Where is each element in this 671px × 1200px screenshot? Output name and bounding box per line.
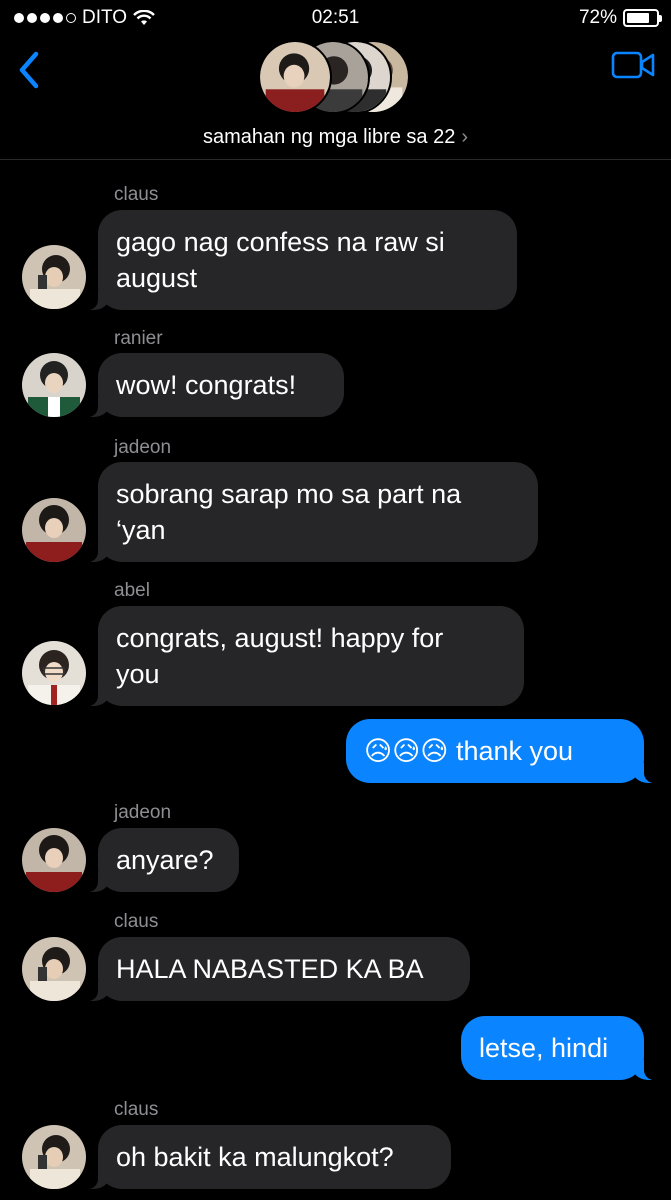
avatar[interactable] — [22, 498, 86, 562]
status-right: 72% — [578, 7, 662, 29]
message-line: 😥😥😥 thank you — [364, 736, 574, 766]
message-line: anyare? — [116, 845, 214, 875]
message-line: congrats, august! happy for — [116, 623, 444, 653]
message-bubble-incoming: HALA NABASTED KA BA — [88, 937, 470, 1001]
message-bubble-incoming: oh bakit ka malungkot? — [88, 1125, 451, 1189]
message-bubble-outgoing: letse, hindi — [461, 1016, 654, 1080]
status-bar: DITO 02:51 72% — [0, 0, 671, 36]
sender-name: jadeon — [114, 437, 172, 458]
chevron-right-icon: › — [461, 126, 469, 148]
battery-percent: 72% — [578, 7, 617, 28]
message-line: august — [116, 263, 198, 293]
status-time: 02:51 — [311, 7, 360, 28]
message-line: sobrang sarap mo sa part na — [116, 479, 462, 509]
message-line: gago nag confess na raw si — [116, 227, 445, 257]
group-title[interactable]: samahan ng mga libre sa 22 › — [0, 126, 671, 149]
avatar[interactable] — [22, 245, 86, 309]
sender-name: claus — [114, 184, 159, 205]
sender-name: ranier — [114, 328, 163, 349]
group-avatar-1 — [258, 40, 332, 114]
group-name: samahan ng mga libre sa 22 — [202, 126, 456, 148]
message-line: HALA NABASTED KA BA — [116, 954, 424, 984]
message-bubble-incoming: congrats, august! happy for you — [88, 606, 524, 706]
message-line: you — [116, 659, 160, 689]
chevron-left-icon[interactable] — [14, 50, 44, 90]
avatar[interactable] — [22, 1125, 86, 1189]
sender-name: abel — [114, 580, 150, 601]
battery-icon — [623, 9, 662, 27]
message-line: wow! congrats! — [116, 370, 297, 400]
video-camera-icon[interactable] — [611, 50, 655, 80]
message-bubble-incoming: gago nag confess na raw si august — [88, 210, 517, 310]
conversation-header: samahan ng mga libre sa 22 › — [0, 36, 671, 160]
avatar[interactable] — [22, 828, 86, 892]
message-line: oh bakit ka malungkot? — [116, 1142, 394, 1172]
avatar[interactable] — [22, 937, 86, 1001]
message-line: ‘yan — [116, 515, 166, 545]
message-bubble-incoming: anyare? — [88, 828, 239, 892]
message-bubble-outgoing: 😥😥😥 thank you — [346, 719, 654, 783]
message-bubble-incoming: wow! congrats! — [88, 353, 344, 417]
message-bubble-incoming: sobrang sarap mo sa part na ‘yan — [88, 462, 538, 562]
avatar[interactable] — [22, 641, 86, 705]
avatar[interactable] — [22, 353, 86, 417]
sender-name: claus — [114, 1099, 159, 1120]
sender-name: claus — [114, 911, 159, 932]
sender-name: jadeon — [114, 802, 172, 823]
group-avatars[interactable] — [258, 40, 418, 116]
message-line: letse, hindi — [479, 1033, 609, 1063]
